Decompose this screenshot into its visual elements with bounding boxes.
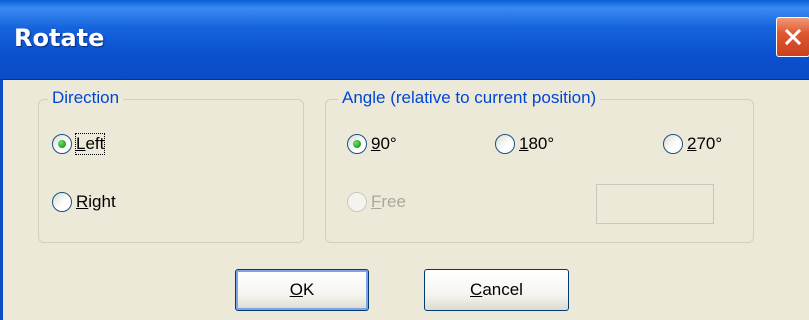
rotate-dialog: Rotate Direction Left Right Angle (relat… xyxy=(0,0,809,320)
dialog-title: Rotate xyxy=(14,24,105,52)
cancel-button-label: Cancel xyxy=(470,280,523,299)
radio-free: Free xyxy=(347,192,406,212)
radio-270-label[interactable]: 270° xyxy=(687,134,722,154)
radio-left[interactable]: Left xyxy=(52,133,106,155)
radio-free-label: Free xyxy=(371,192,406,211)
radio-right-circle[interactable] xyxy=(52,192,72,212)
radio-free-circle xyxy=(347,192,367,212)
radio-90-circle[interactable] xyxy=(347,134,367,154)
ok-button[interactable]: OK xyxy=(235,269,369,311)
radio-270[interactable]: 270° xyxy=(663,134,722,154)
radio-180-circle[interactable] xyxy=(495,134,515,154)
close-button[interactable] xyxy=(776,17,809,57)
angle-legend: Angle (relative to current position) xyxy=(338,88,601,108)
radio-right[interactable]: Right xyxy=(52,192,116,212)
cancel-button[interactable]: Cancel xyxy=(424,269,569,311)
radio-left-circle[interactable] xyxy=(52,134,72,154)
radio-180-label[interactable]: 180° xyxy=(519,134,554,154)
radio-selected-dot xyxy=(353,140,361,148)
radio-left-label[interactable]: Left xyxy=(74,133,106,155)
free-angle-input xyxy=(596,184,714,224)
close-icon xyxy=(784,28,802,46)
title-bar[interactable]: Rotate xyxy=(0,0,809,80)
radio-selected-dot xyxy=(58,140,66,148)
radio-right-label[interactable]: Right xyxy=(76,192,116,212)
radio-90-label[interactable]: 90° xyxy=(371,134,397,154)
radio-180[interactable]: 180° xyxy=(495,134,554,154)
window-border-left xyxy=(0,80,3,320)
direction-legend: Direction xyxy=(48,88,124,108)
radio-270-circle[interactable] xyxy=(663,134,683,154)
direction-groupbox: Direction xyxy=(38,88,304,243)
radio-90[interactable]: 90° xyxy=(347,134,397,154)
ok-button-label: OK xyxy=(289,280,315,299)
